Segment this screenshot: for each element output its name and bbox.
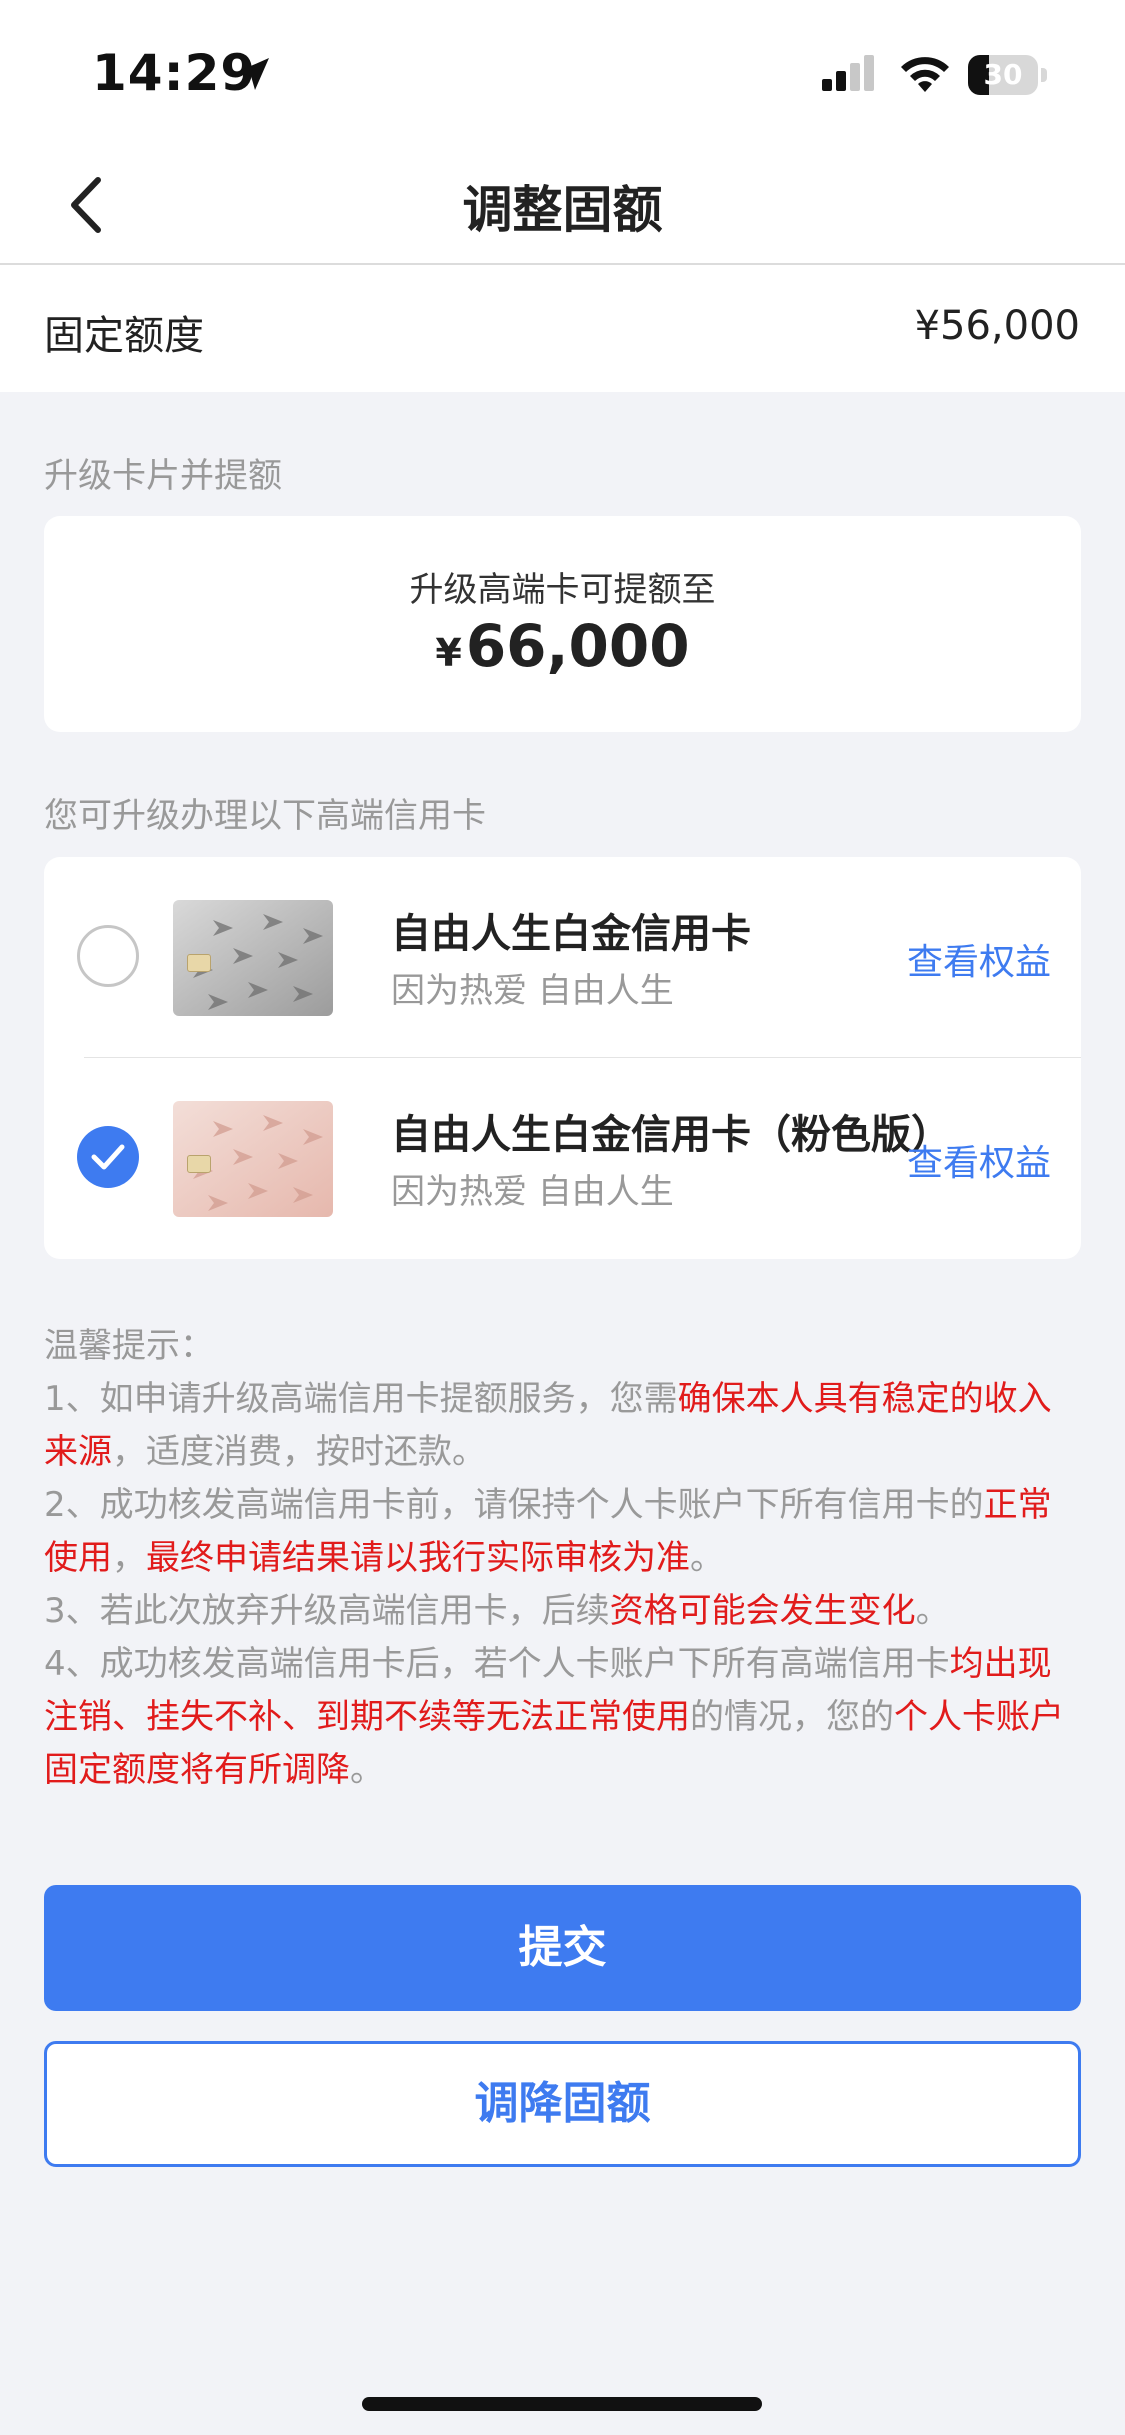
tip-text: 。 <box>690 1538 724 1578</box>
submit-button[interactable]: 提交 <box>44 1885 1081 2011</box>
battery-level: 30 <box>983 58 1023 91</box>
status-bar: 14:29 30 <box>0 0 1125 140</box>
tip-text: ，适度消费，按时还款。 <box>112 1432 486 1472</box>
tip-text: 1、如申请升级高端信用卡提额服务，您需 <box>44 1379 678 1419</box>
upgrade-limit-card: 升级高端卡可提额至 ¥66,000 <box>44 516 1081 732</box>
tip-highlight: 资格可能会发生变化 <box>609 1591 916 1631</box>
credit-card-silver-image <box>173 900 333 1016</box>
tip-item: 3、若此次放弃升级高端信用卡，后续资格可能会发生变化。 <box>44 1585 1084 1638</box>
card-option-silver[interactable]: 自由人生白金信用卡 因为热爱 自由人生 查看权益 <box>44 857 1081 1058</box>
tip-item: 1、如申请升级高端信用卡提额服务，您需确保本人具有稳定的收入来源，适度消费，按时… <box>44 1373 1084 1479</box>
currency-symbol: ¥ <box>435 631 462 675</box>
location-arrow-icon <box>237 58 269 90</box>
upgrade-section-title: 升级卡片并提额 <box>44 456 282 496</box>
card-option-subtitle: 因为热爱 自由人生 <box>391 971 674 1011</box>
tip-item: 4、成功核发高端信用卡后，若个人卡账户下所有高端信用卡均出现注销、挂失不补、到期… <box>44 1638 1084 1797</box>
card-option-name: 自由人生白金信用卡（粉色版） <box>391 1112 951 1158</box>
card-option-pink[interactable]: 自由人生白金信用卡（粉色版） 因为热爱 自由人生 查看权益 <box>44 1058 1081 1258</box>
cellular-signal-icon <box>822 55 874 91</box>
tip-item: 2、成功核发高端信用卡前，请保持个人卡账户下所有信用卡的正常使用，最终申请结果请… <box>44 1479 1084 1585</box>
fixed-limit-row: 固定额度 ¥56,000 <box>0 265 1125 392</box>
wifi-icon <box>901 57 949 92</box>
view-benefits-link[interactable]: 查看权益 <box>907 1134 1051 1186</box>
upgrade-limit-label: 升级高端卡可提额至 <box>409 570 716 610</box>
nav-bar: 调整固额 <box>0 140 1125 265</box>
tip-text: 。 <box>350 1750 384 1790</box>
page-title: 调整固额 <box>462 181 663 239</box>
tip-text: 2、成功核发高端信用卡前，请保持个人卡账户下所有信用卡的 <box>44 1485 984 1525</box>
tip-text: 3、若此次放弃升级高端信用卡，后续 <box>44 1591 610 1631</box>
upgrade-limit-value: ¥66,000 <box>44 612 1081 680</box>
tip-text: 。 <box>915 1591 950 1631</box>
card-option-subtitle: 因为热爱 自由人生 <box>391 1172 674 1212</box>
fixed-limit-label: 固定额度 <box>44 313 204 359</box>
card-option-name: 自由人生白金信用卡 <box>391 911 751 957</box>
radio-unchecked-icon[interactable] <box>77 925 139 987</box>
reduce-limit-button[interactable]: 调降固额 <box>44 2041 1081 2167</box>
home-indicator <box>362 2397 762 2411</box>
credit-card-pink-image <box>173 1101 333 1217</box>
tip-text: 的情况，您的 <box>690 1697 894 1737</box>
status-time: 14:29 <box>92 44 257 102</box>
tips-heading: 温馨提示： <box>44 1326 214 1366</box>
tips-section: 温馨提示： 1、如申请升级高端信用卡提额服务，您需确保本人具有稳定的收入来源，适… <box>44 1320 1084 1797</box>
upgrade-limit-amount: 66,000 <box>465 612 690 680</box>
view-benefits-link[interactable]: 查看权益 <box>907 933 1051 985</box>
fixed-limit-value: ¥56,000 <box>914 303 1080 349</box>
tip-text: ， <box>112 1538 146 1578</box>
tip-text: 4、成功核发高端信用卡后，若个人卡账户下所有高端信用卡 <box>44 1644 950 1684</box>
radio-checked-icon[interactable] <box>77 1126 139 1188</box>
card-options-title: 您可升级办理以下高端信用卡 <box>44 796 486 836</box>
tip-highlight: 最终申请结果请以我行实际审核为准 <box>146 1538 690 1578</box>
card-options-list: 自由人生白金信用卡 因为热爱 自由人生 查看权益 自由人生白金信用卡（粉色版） … <box>44 857 1081 1259</box>
battery-icon: 30 <box>968 55 1048 95</box>
